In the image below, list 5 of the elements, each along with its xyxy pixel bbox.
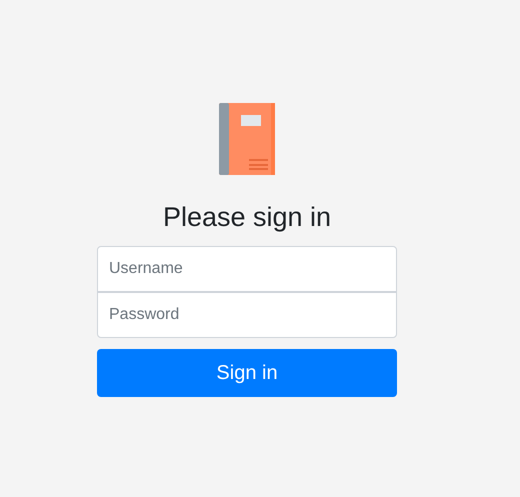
page-heading: Please sign in [162, 201, 332, 233]
notebook-icon [219, 103, 275, 175]
password-field[interactable]: Password [97, 292, 397, 338]
username-field[interactable]: Username [97, 246, 397, 292]
sign-in-button[interactable]: Sign in [97, 349, 397, 397]
